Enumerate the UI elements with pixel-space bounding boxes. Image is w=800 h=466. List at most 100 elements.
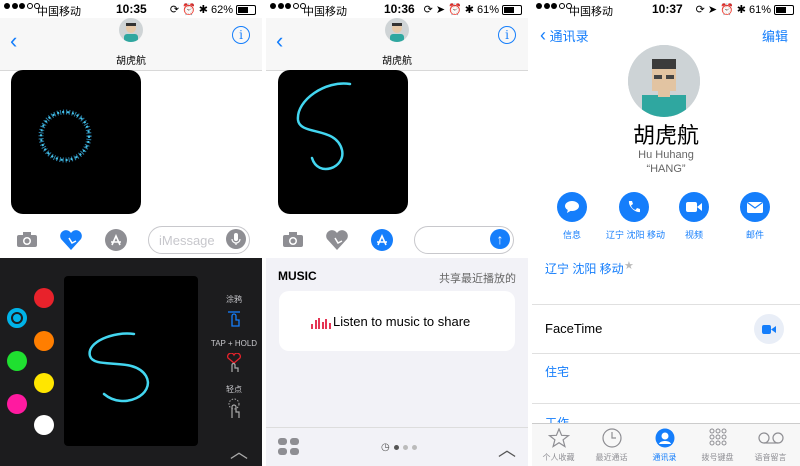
heart-tap-icon <box>226 352 242 378</box>
music-share-card[interactable]: Listen to music to share <box>279 291 515 351</box>
facetime-label: FaceTime <box>545 321 603 336</box>
back-chevron-icon[interactable]: ‹ <box>10 28 17 54</box>
signal-icon <box>4 3 40 9</box>
bluetooth-icon: ✱ <box>736 4 746 16</box>
location-icon: ➤ <box>435 4 446 16</box>
carrier-label: 中国移动 <box>37 6 81 18</box>
digital-touch-bubble[interactable] <box>278 70 408 214</box>
bluetooth-icon: ✱ <box>464 4 474 16</box>
message-icon <box>557 192 587 222</box>
battery-icon <box>236 4 256 15</box>
lock-rotation-icon: ⟳ <box>169 4 180 16</box>
status-bar: 中国移动 10:37 ⟳ ➤ ⏰ ✱ 61% <box>532 0 800 18</box>
imessage-music-panel: 中国移动 10:36 ⟳ ➤ ⏰ ✱ 61% ‹ 胡虎航 i ↑ MUSIC 共… <box>266 0 528 466</box>
back-button[interactable]: ‹ 通讯录 <box>540 25 589 46</box>
tab-favorites[interactable]: 个人收藏 <box>532 427 585 463</box>
status-time: 10:35 <box>116 2 147 16</box>
tap-hint-label: 轻点 <box>226 385 242 394</box>
conversation-header: ‹ 胡虎航 i <box>266 18 528 71</box>
app-grid-icon[interactable] <box>278 438 300 461</box>
imessage-digital-touch-panel: 中国移动 10:35 ⟳ ⏰ ✱ 62% ‹ 胡虎航 i iMessage 涂鸦… <box>0 0 262 466</box>
color-swatch-green[interactable] <box>7 351 27 371</box>
lock-rotation-icon: ⟳ <box>695 4 705 16</box>
contact-fields-list: 辽宁 沈阳 移动 ★ FaceTime 住宅 工作 <box>532 252 800 430</box>
digital-touch-drawer: 涂鸦 TAP + HOLD 轻点 ︿ <box>0 258 262 466</box>
app-store-button[interactable] <box>104 228 128 252</box>
tab-keypad[interactable]: 拨号键盘 <box>691 427 744 463</box>
back-chevron-icon[interactable]: ‹ <box>276 28 283 54</box>
avatar[interactable] <box>119 18 143 42</box>
status-bar: 中国移动 10:36 ⟳ ➤ ⏰ ✱ 61% <box>266 0 528 18</box>
phone-row[interactable]: 辽宁 沈阳 移动 ★ <box>532 252 800 305</box>
digital-touch-button[interactable] <box>59 228 83 252</box>
imessage-placeholder: iMessage <box>159 233 215 248</box>
edit-button[interactable]: 编辑 <box>762 26 788 45</box>
tab-contacts[interactable]: 通讯录 <box>638 427 691 463</box>
microphone-icon[interactable] <box>226 229 246 249</box>
phone-label: 辽宁 沈阳 移动 <box>545 262 624 276</box>
back-chevron-icon: ‹ <box>540 25 546 45</box>
digital-touch-canvas[interactable] <box>64 276 198 446</box>
color-swatch-red[interactable] <box>34 288 54 308</box>
battery-percent: 62% <box>210 3 233 16</box>
home-row[interactable]: 住宅 <box>532 353 800 404</box>
tap-hold-hint-label: TAP + HOLD <box>210 339 258 348</box>
contact-nav-bar: ‹ 通讯录 编辑 <box>532 18 800 48</box>
info-button[interactable]: i <box>232 26 250 44</box>
app-drawer-bar: ◷ ︿ <box>266 427 528 466</box>
camera-button[interactable] <box>281 228 305 252</box>
imessage-input[interactable]: ↑ <box>414 226 514 254</box>
tab-favorites-label: 个人收藏 <box>542 453 575 462</box>
tab-recents-label: 最近通话 <box>595 453 628 462</box>
location-icon: ➤ <box>707 4 718 16</box>
signal-icon <box>270 3 306 9</box>
tab-recents[interactable]: 最近通话 <box>585 427 638 463</box>
contact-detail-panel: 中国移动 10:37 ⟳ ➤ ⏰ ✱ 61% ‹ 通讯录 编辑 胡虎航 Hu H… <box>532 0 800 466</box>
conversation-header: ‹ 胡虎航 i <box>0 18 262 71</box>
imessage-input[interactable]: iMessage <box>148 226 250 254</box>
app-store-button[interactable] <box>370 228 394 252</box>
color-swatch-yellow[interactable] <box>34 373 54 393</box>
alarm-icon: ⏰ <box>182 4 196 16</box>
color-swatch-orange[interactable] <box>34 331 54 351</box>
star-icon[interactable]: ★ <box>624 259 634 272</box>
digital-touch-bubble[interactable] <box>11 70 141 214</box>
color-swatch-cyan-selected[interactable] <box>7 308 27 328</box>
info-button[interactable]: i <box>498 26 516 44</box>
video-action[interactable]: 视频 <box>666 192 722 241</box>
contact-name: 胡虎航 <box>382 56 412 67</box>
avatar[interactable] <box>385 18 409 42</box>
chevron-up-icon[interactable]: ︿ <box>498 436 516 462</box>
screenshot-composite: 中国移动 10:35 ⟳ ⏰ ✱ 62% ‹ 胡虎航 i iMessage 涂鸦… <box>0 0 800 466</box>
battery-percent: 61% <box>748 3 771 16</box>
bluetooth-icon: ✱ <box>198 4 208 16</box>
battery-percent: 61% <box>476 3 499 16</box>
tab-keypad-label: 拨号键盘 <box>701 453 734 462</box>
color-swatch-pink[interactable] <box>7 394 27 414</box>
send-arrow-icon[interactable]: ↑ <box>490 229 510 249</box>
carrier-label: 中国移动 <box>303 6 347 18</box>
tab-contacts-label: 通讯录 <box>652 453 677 462</box>
status-time: 10:37 <box>652 2 683 16</box>
contacts-icon <box>638 427 691 449</box>
chevron-up-icon[interactable]: ︿ <box>230 438 248 464</box>
battery-icon <box>502 4 522 15</box>
facetime-row[interactable]: FaceTime <box>532 304 800 354</box>
digital-touch-button[interactable] <box>325 228 349 252</box>
mail-action[interactable]: 邮件 <box>727 192 783 241</box>
keypad-icon <box>691 427 744 449</box>
color-swatch-white[interactable] <box>34 415 54 435</box>
status-time: 10:36 <box>384 2 415 16</box>
sketch-hint-label: 涂鸦 <box>226 295 242 304</box>
facetime-video-icon[interactable] <box>754 314 784 344</box>
tab-voicemail[interactable]: 语音留言 <box>744 427 797 463</box>
recents-clock-icon: ◷ <box>381 442 390 453</box>
equalizer-icon <box>311 318 331 329</box>
contact-avatar <box>628 45 700 117</box>
camera-button[interactable] <box>15 228 39 252</box>
message-action[interactable]: 信息 <box>544 192 600 241</box>
contact-name-large: 胡虎航 <box>632 123 699 148</box>
message-composer: iMessage <box>0 220 262 260</box>
call-action[interactable]: 辽宁 沈阳 移动 <box>606 192 665 241</box>
alarm-icon: ⏰ <box>720 4 734 16</box>
